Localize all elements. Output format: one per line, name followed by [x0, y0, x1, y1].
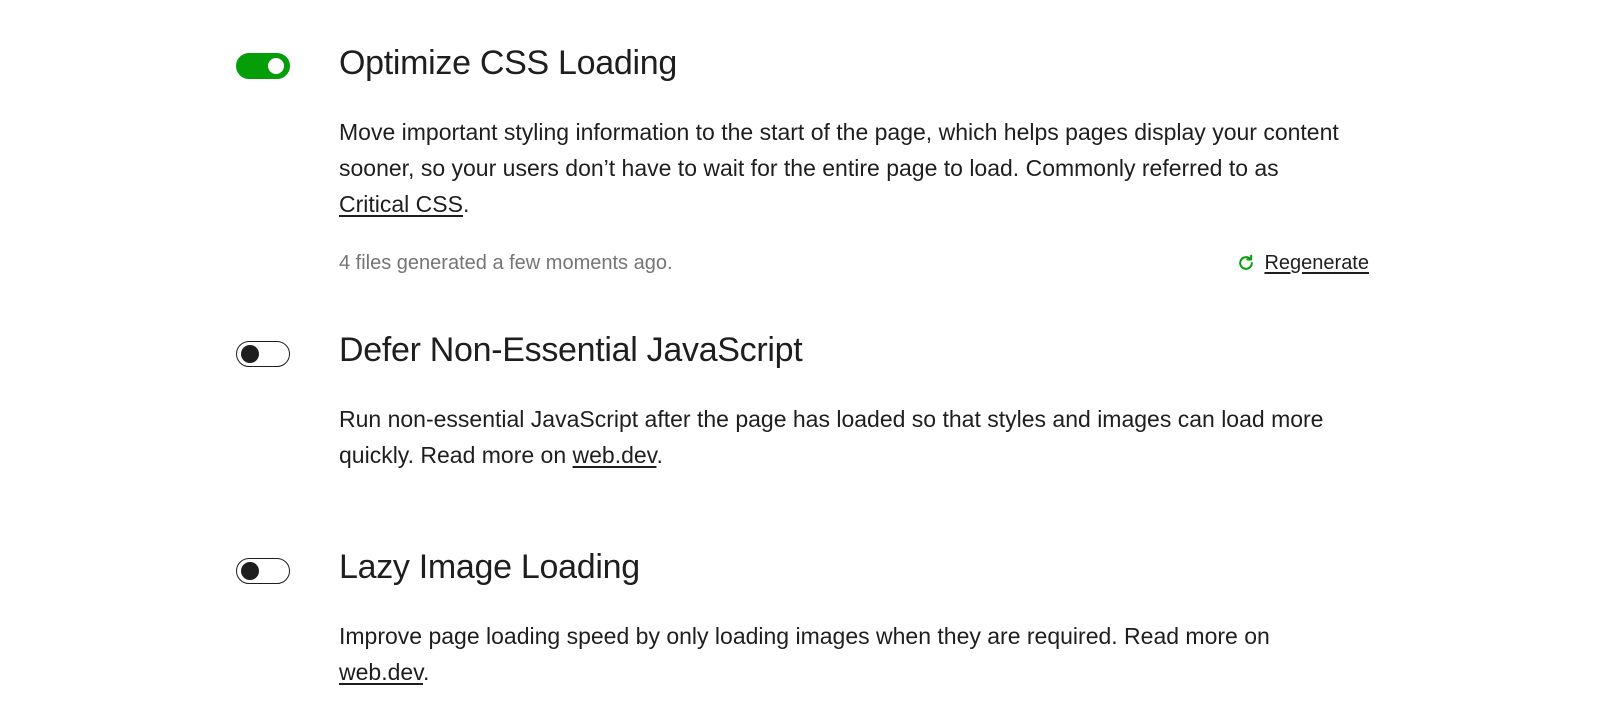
- description-end: .: [656, 442, 663, 468]
- description-text: Run non-essential JavaScript after the p…: [339, 406, 1324, 468]
- regenerate-button[interactable]: Regenerate: [1236, 248, 1369, 278]
- web-dev-link[interactable]: web.dev: [573, 442, 657, 468]
- generation-status: 4 files generated a few moments ago.: [339, 252, 673, 274]
- description-end: .: [422, 659, 430, 685]
- toggle-knob: [241, 345, 259, 363]
- module-title: Lazy Image Loading: [339, 548, 640, 586]
- description-end: .: [462, 191, 470, 217]
- critical-css-link[interactable]: Critical CSS: [339, 191, 463, 217]
- refresh-icon: [1239, 254, 1254, 270]
- module-title: Optimize CSS Loading: [339, 44, 677, 82]
- module-description: Run non-essential JavaScript after the p…: [339, 401, 1349, 473]
- module-description: Move important styling information to th…: [339, 114, 1349, 222]
- critical-css-meta: 4 files generated a few moments ago. Reg…: [339, 248, 1369, 278]
- module-title: Defer Non-Essential JavaScript: [339, 331, 803, 369]
- performance-settings: Optimize CSS Loading Move important styl…: [0, 0, 1600, 725]
- description-text: Improve page loading speed by only loadi…: [339, 623, 1270, 649]
- description-text: Move important styling information to th…: [339, 119, 1339, 181]
- regenerate-label: Regenerate: [1264, 252, 1369, 274]
- web-dev-link[interactable]: web.dev: [339, 659, 423, 685]
- toggle-knob: [268, 58, 284, 74]
- defer-js-toggle[interactable]: [236, 341, 290, 367]
- module-description: Improve page loading speed by only loadi…: [339, 618, 1349, 690]
- toggle-knob: [241, 562, 259, 580]
- lazy-images-toggle[interactable]: [236, 558, 290, 584]
- optimize-css-toggle[interactable]: [236, 53, 290, 79]
